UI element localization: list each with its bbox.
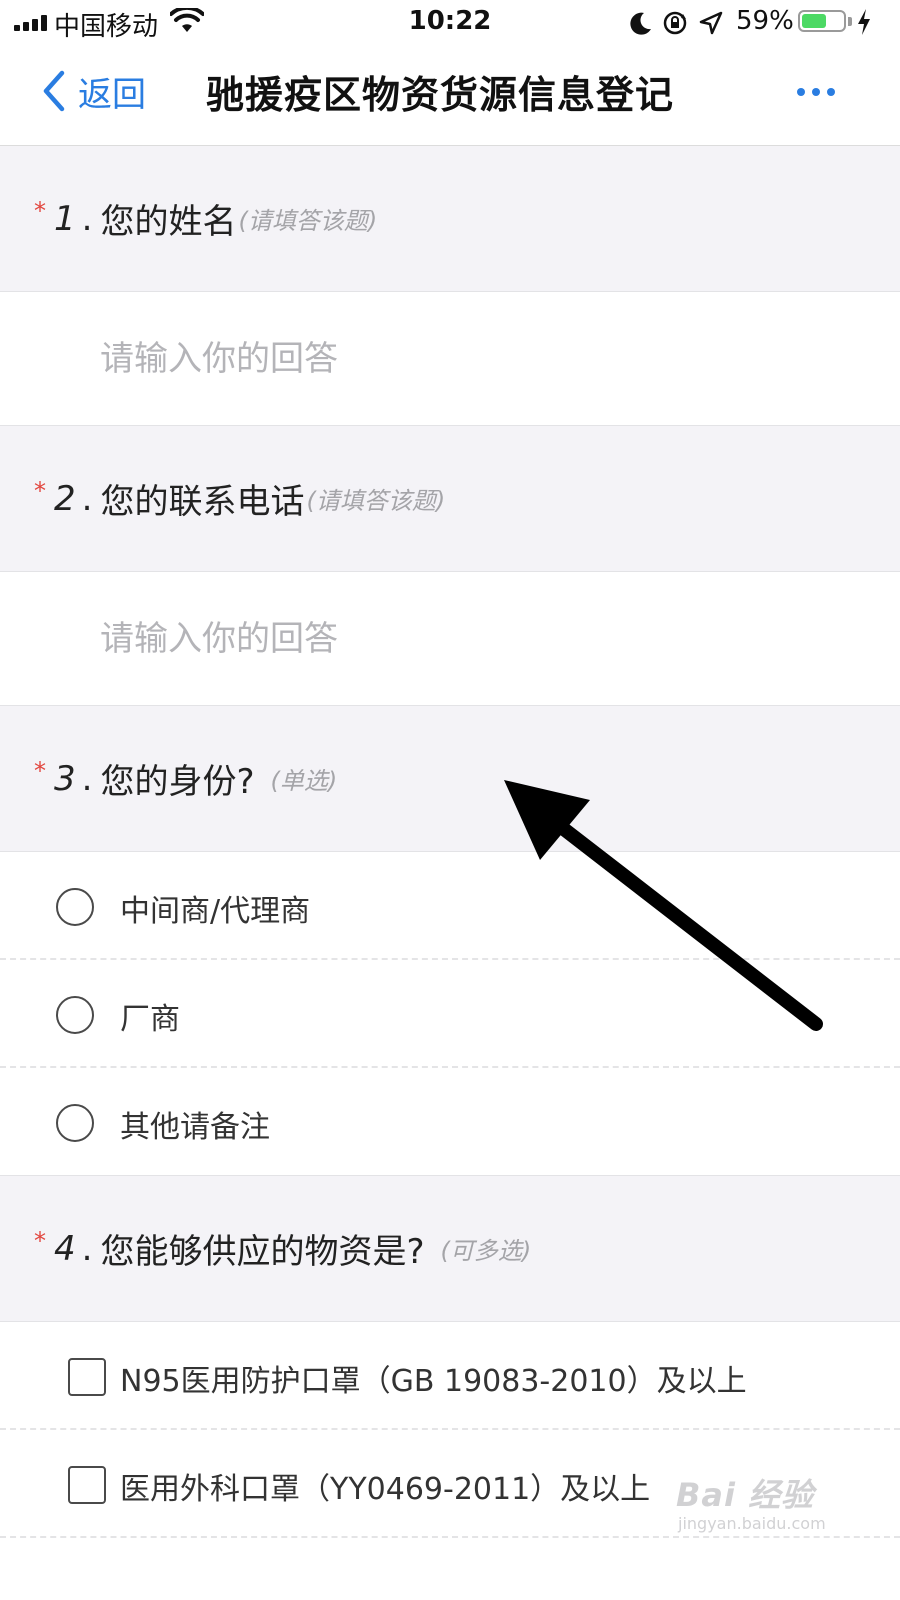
question-text: 您能够供应的物资是? <box>100 1232 425 1272</box>
name-answer-field[interactable] <box>0 292 900 426</box>
phone-input[interactable] <box>100 572 800 705</box>
question-header-3: * 3 . 您的身份? (单选) <box>0 706 900 852</box>
battery-icon <box>798 10 846 32</box>
question-text: 您的身份? <box>100 762 255 802</box>
more-icon[interactable] <box>795 82 837 102</box>
question-dot: . <box>81 478 93 519</box>
moon-icon <box>630 12 651 35</box>
battery-level-fill <box>802 14 826 28</box>
question-header-4: * 4 . 您能够供应的物资是? (可多选) <box>0 1176 900 1322</box>
orientation-lock-icon <box>663 11 687 35</box>
status-bar: 中国移动 10:22 59% <box>0 0 900 44</box>
identity-option-manufacturer[interactable]: 厂商 <box>0 960 900 1068</box>
required-mark: * <box>34 476 46 505</box>
question-dot: . <box>81 198 93 239</box>
required-mark: * <box>34 196 46 225</box>
question-dot: . <box>81 758 93 799</box>
watermark-brand: Bai 经验 <box>676 1476 815 1514</box>
question-number: 2 <box>54 478 76 519</box>
charging-icon <box>858 9 870 35</box>
option-label: 其他请备注 <box>120 1110 270 1145</box>
option-label: 医用外科口罩（YY0469-2011）及以上 <box>120 1472 651 1507</box>
question-hint: (请填答该题) <box>306 487 446 515</box>
question-number: 4 <box>54 1228 76 1269</box>
question-number: 3 <box>54 758 76 799</box>
nav-bar: 返回 驰援疫区物资货源信息登记 <box>0 44 900 146</box>
required-mark: * <box>34 756 46 785</box>
baidu-jingyan-watermark: Bai 经验 jingyan.baidu.com <box>676 1470 846 1550</box>
question-hint: (请填答该题) <box>238 207 378 235</box>
question-number: 1 <box>54 198 76 239</box>
question-text: 您的姓名 <box>100 202 237 242</box>
option-label: 厂商 <box>120 1002 180 1037</box>
page-title: 驰援疫区物资货源信息登记 <box>205 73 674 117</box>
radio-button[interactable] <box>56 1104 94 1142</box>
identity-option-other[interactable]: 其他请备注 <box>0 1068 900 1176</box>
question-header-2: * 2 . 您的联系电话 (请填答该题) <box>0 426 900 572</box>
battery-cap <box>848 17 852 26</box>
battery-percent: 59% <box>736 6 794 36</box>
option-label: N95医用防护口罩（GB 19083-2010）及以上 <box>120 1364 747 1399</box>
required-mark: * <box>34 1226 46 1255</box>
checkbox[interactable] <box>68 1466 106 1504</box>
question-header-1: * 1 . 您的姓名 (请填答该题) <box>0 146 900 292</box>
supply-option-n95[interactable]: N95医用防护口罩（GB 19083-2010）及以上 <box>0 1322 900 1430</box>
question-hint: (可多选) <box>440 1237 532 1265</box>
question-dot: . <box>81 1228 93 1269</box>
name-input[interactable] <box>100 292 800 425</box>
checkbox[interactable] <box>68 1358 106 1396</box>
phone-answer-field[interactable] <box>0 572 900 706</box>
location-icon <box>699 11 723 35</box>
question-text: 您的联系电话 <box>100 482 305 522</box>
question-hint: (单选) <box>270 767 338 795</box>
watermark-site: jingyan.baidu.com <box>678 1514 826 1533</box>
radio-button[interactable] <box>56 888 94 926</box>
identity-option-middleman[interactable]: 中间商/代理商 <box>0 852 900 960</box>
option-label: 中间商/代理商 <box>120 894 311 929</box>
radio-button[interactable] <box>56 996 94 1034</box>
